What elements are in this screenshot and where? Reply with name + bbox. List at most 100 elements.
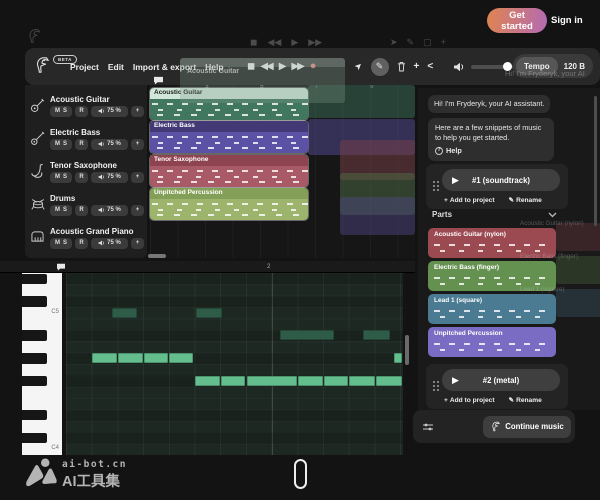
piano-roll-ruler[interactable]: 2 bbox=[0, 261, 415, 273]
volume-control-group bbox=[453, 48, 465, 85]
midi-note[interactable] bbox=[196, 308, 222, 318]
part-card-lead-1-square-[interactable]: Lead 1 (square) bbox=[428, 294, 556, 324]
assistant-greeting: Hi! I'm Fryderyk, your AI assistant. bbox=[428, 95, 550, 113]
midi-note[interactable] bbox=[363, 330, 390, 340]
snippet-1-play-button[interactable]: ▶ #1 (soundtrack) bbox=[442, 169, 560, 191]
mute-solo-button[interactable]: MS bbox=[50, 205, 72, 216]
record-arm-button[interactable]: R bbox=[75, 172, 88, 183]
record-arm-button[interactable]: R bbox=[75, 106, 88, 117]
mute-solo-button[interactable]: MS bbox=[50, 139, 72, 150]
track-row[interactable]: Acoustic Grand PianoMSR75 %+ bbox=[25, 221, 147, 254]
help-link[interactable]: ? Help bbox=[435, 146, 547, 156]
track-options-button[interactable]: + bbox=[131, 139, 144, 150]
select-tool-icon[interactable]: ➤ bbox=[353, 61, 365, 73]
menu-edit[interactable]: Edit bbox=[108, 62, 124, 72]
add-to-project-link[interactable]: +Add to project bbox=[444, 196, 495, 204]
midi-note[interactable] bbox=[221, 376, 245, 386]
horizontal-scrollbar[interactable] bbox=[148, 254, 166, 258]
track-row[interactable]: Electric BassMSR75 %+ bbox=[25, 122, 147, 155]
mute-solo-button[interactable]: MS bbox=[50, 238, 72, 249]
add-tool-button[interactable]: + bbox=[414, 62, 420, 72]
clip-tenor-saxophone[interactable]: Tenor Saxophone bbox=[150, 155, 308, 187]
midi-note[interactable] bbox=[118, 353, 143, 363]
rename-link[interactable]: ✎Rename bbox=[509, 396, 542, 404]
comment-bubble-icon[interactable] bbox=[153, 76, 164, 85]
black-key[interactable] bbox=[22, 410, 47, 420]
add-to-project-link[interactable]: +Add to project bbox=[444, 396, 495, 404]
comment-bubble-icon[interactable] bbox=[56, 263, 66, 271]
delete-tool-button[interactable] bbox=[397, 61, 406, 72]
midi-note[interactable] bbox=[376, 376, 402, 386]
track-volume-control[interactable]: 75 % bbox=[91, 172, 128, 183]
watermark-logo-icon bbox=[24, 457, 58, 489]
assistant-scrollbar[interactable] bbox=[594, 96, 597, 226]
black-key[interactable] bbox=[22, 376, 47, 386]
track-row[interactable]: DrumsMSR75 %+ bbox=[25, 188, 147, 221]
assistant-bottom-bar: Continue music bbox=[413, 410, 575, 443]
track-volume-control[interactable]: 75 % bbox=[91, 139, 128, 150]
track-options-button[interactable]: + bbox=[131, 172, 144, 183]
clip-label: Unpitched Percussion bbox=[150, 188, 308, 199]
midi-note[interactable] bbox=[112, 308, 137, 318]
track-volume-control[interactable]: 75 % bbox=[91, 238, 128, 249]
snippet-card-2: ▶ #2 (metal) +Add to project ✎Rename bbox=[426, 364, 568, 409]
drums-icon bbox=[30, 197, 47, 213]
ghost-play-icon: ▶ bbox=[291, 37, 298, 48]
midi-note[interactable] bbox=[298, 376, 323, 386]
track-volume-control[interactable]: 75 % bbox=[91, 205, 128, 216]
rename-link[interactable]: ✎Rename bbox=[509, 196, 542, 204]
ghost-pencil-icon: ✎ bbox=[407, 37, 415, 48]
sign-in-link[interactable]: Sign in bbox=[551, 15, 583, 26]
pencil-tool-button[interactable]: ✎ bbox=[371, 58, 389, 76]
vertical-scrollbar[interactable] bbox=[405, 335, 409, 365]
track-options-button[interactable]: + bbox=[131, 238, 144, 249]
midi-note[interactable] bbox=[144, 353, 168, 363]
speaker-icon[interactable] bbox=[453, 62, 465, 72]
midi-note[interactable] bbox=[169, 353, 193, 363]
midi-note[interactable] bbox=[349, 376, 375, 386]
black-key[interactable] bbox=[22, 296, 47, 306]
track-options-button[interactable]: + bbox=[131, 106, 144, 117]
collapse-tool-button[interactable]: < bbox=[427, 62, 433, 72]
sharp-row-shade bbox=[66, 410, 403, 421]
midi-note[interactable] bbox=[92, 353, 117, 363]
snippet-2-play-button[interactable]: ▶ #2 (metal) bbox=[442, 369, 560, 391]
mute-solo-button[interactable]: MS bbox=[50, 172, 72, 183]
settings-sliders-icon[interactable] bbox=[422, 422, 434, 432]
midi-note[interactable] bbox=[247, 376, 297, 386]
midi-note[interactable] bbox=[280, 330, 334, 340]
app-logo-icon bbox=[33, 56, 51, 74]
black-key[interactable] bbox=[22, 433, 47, 443]
midi-note[interactable] bbox=[394, 353, 402, 363]
snippet-1-title: #1 (soundtrack) bbox=[472, 176, 530, 185]
plus-icon: + bbox=[444, 197, 448, 204]
clip-unpitched-percussion[interactable]: Unpitched Percussion bbox=[150, 188, 308, 220]
drag-handle-icon[interactable] bbox=[432, 380, 439, 392]
record-arm-button[interactable]: R bbox=[75, 205, 88, 216]
black-key[interactable] bbox=[22, 274, 47, 284]
part-card-unpitched-percussion[interactable]: Unpitched Percussion bbox=[428, 327, 556, 357]
track-options-button[interactable]: + bbox=[131, 205, 144, 216]
menu-project[interactable]: Project bbox=[70, 62, 99, 72]
piano-keys[interactable]: C5 C4 bbox=[22, 273, 62, 455]
mute-solo-button[interactable]: MS bbox=[50, 106, 72, 117]
midi-note[interactable] bbox=[324, 376, 348, 386]
black-key[interactable] bbox=[22, 330, 47, 340]
record-arm-button[interactable]: R bbox=[75, 238, 88, 249]
drag-handle-icon[interactable] bbox=[432, 180, 439, 192]
arrangement-timeline[interactable]: 3579 Acoustic GuitarElectric BassTenor S… bbox=[150, 83, 415, 258]
get-started-button[interactable]: Get started bbox=[487, 8, 547, 33]
record-arm-button[interactable]: R bbox=[75, 139, 88, 150]
track-row[interactable]: Tenor SaxophoneMSR75 %+ bbox=[25, 155, 147, 188]
note-grid[interactable] bbox=[66, 273, 403, 455]
track-row[interactable]: Acoustic GuitarMSR75 %+ bbox=[25, 89, 147, 122]
midi-note[interactable] bbox=[195, 376, 220, 386]
continue-music-button[interactable]: Continue music bbox=[483, 416, 571, 438]
track-volume-control[interactable]: 75 % bbox=[91, 106, 128, 117]
parts-section-toggle[interactable]: Parts bbox=[432, 210, 452, 219]
chevron-down-icon[interactable] bbox=[548, 212, 557, 218]
clip-electric-bass[interactable]: Electric Bass bbox=[150, 121, 308, 153]
piano-icon bbox=[30, 230, 47, 246]
black-key[interactable] bbox=[22, 353, 47, 363]
clip-notes-preview bbox=[150, 132, 308, 153]
